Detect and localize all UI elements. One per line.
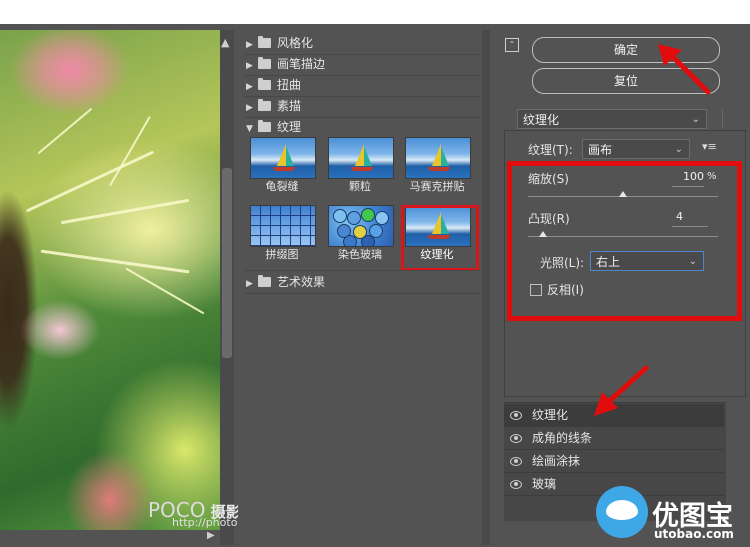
visibility-eye-icon[interactable] (510, 434, 522, 443)
visibility-eye-icon[interactable] (510, 411, 522, 420)
filter-select[interactable]: 纹理化 ⌄ (517, 109, 707, 129)
divider (244, 270, 480, 271)
thumb-craquelure[interactable] (250, 137, 316, 179)
open-folder-icon (258, 120, 271, 132)
collapsed-triangle-icon: ▶ (246, 103, 253, 113)
thumb-label: 拼缀图 (265, 248, 299, 261)
category-stylize[interactable]: ▶ 风格化 (246, 34, 313, 52)
gallery-scrollbar[interactable] (482, 30, 490, 545)
folder-icon (258, 57, 271, 69)
preview-scrollbar-thumb[interactable] (222, 168, 232, 358)
category-label: 扭曲 (277, 78, 302, 92)
visibility-eye-icon[interactable] (510, 480, 522, 489)
folder-icon (258, 36, 271, 48)
collapsed-triangle-icon: ▶ (246, 82, 253, 92)
expanded-triangle-icon: ▼ (246, 124, 253, 134)
category-label: 素描 (277, 99, 302, 113)
category-brush-strokes[interactable]: ▶ 画笔描边 (246, 55, 325, 73)
layer-label: 纹理化 (532, 408, 569, 422)
category-label: 风格化 (277, 36, 314, 50)
annotation-arrow-icon (594, 365, 649, 416)
category-label: 画笔描边 (277, 57, 326, 71)
site-logo-domain: utobao.com (654, 527, 734, 541)
category-sketch[interactable]: ▶ 素描 (246, 97, 301, 115)
thumb-label: 染色玻璃 (338, 248, 382, 261)
options-highlight-box (507, 161, 742, 321)
annotation-arrow-icon (658, 44, 711, 95)
category-label: 艺术效果 (277, 275, 326, 289)
thumb-grain[interactable] (328, 137, 394, 179)
collapsed-triangle-icon: ▶ (246, 40, 253, 50)
collapsed-triangle-icon: ▶ (246, 279, 253, 289)
folder-icon (258, 78, 271, 90)
folder-icon (258, 275, 271, 287)
layer-item[interactable]: 绘画涂抹 (504, 450, 724, 473)
thumb-label: 马赛克拼贴 (409, 180, 465, 193)
texture-select-value: 画布 (588, 143, 613, 157)
thumb-patchwork[interactable] (250, 205, 316, 247)
folder-icon (258, 99, 271, 111)
chevron-down-icon: ⌄ (691, 114, 700, 125)
layer-label: 绘画涂抹 (532, 454, 581, 468)
layer-label: 玻璃 (532, 477, 557, 491)
category-distort[interactable]: ▶ 扭曲 (246, 76, 301, 94)
category-texture[interactable]: ▼ 纹理 (246, 118, 301, 136)
texture-label: 纹理(T): (528, 143, 573, 157)
filter-select-value: 纹理化 (523, 113, 560, 127)
chevron-down-icon: ⌄ (674, 144, 683, 155)
thumb-stained-glass[interactable] (328, 205, 394, 247)
texture-menu-icon[interactable]: ▾≡ (702, 140, 717, 153)
divider (244, 293, 480, 294)
thumb-mosaic-tiles[interactable] (405, 137, 471, 179)
category-artistic[interactable]: ▶ 艺术效果 (246, 273, 325, 291)
layer-label: 成角的线条 (532, 431, 593, 445)
collapsed-triangle-icon: ▶ (246, 61, 253, 71)
image-preview (0, 30, 220, 530)
scroll-right-arrow-icon[interactable]: ▶ (207, 530, 215, 541)
collapse-gallery-icon[interactable]: ⌃ (505, 38, 519, 52)
texture-select[interactable]: 画布 ⌄ (582, 139, 690, 159)
divider (712, 110, 723, 128)
thumb-label: 颗粒 (349, 180, 371, 193)
selected-filter-highlight (401, 205, 479, 271)
thumb-label: 龟裂缝 (265, 180, 299, 193)
bird-icon (606, 500, 638, 520)
visibility-eye-icon[interactable] (510, 457, 522, 466)
scroll-up-arrow-icon[interactable]: ▲ (221, 36, 229, 49)
category-label: 纹理 (277, 120, 302, 134)
layer-item[interactable]: 成角的线条 (504, 427, 724, 450)
